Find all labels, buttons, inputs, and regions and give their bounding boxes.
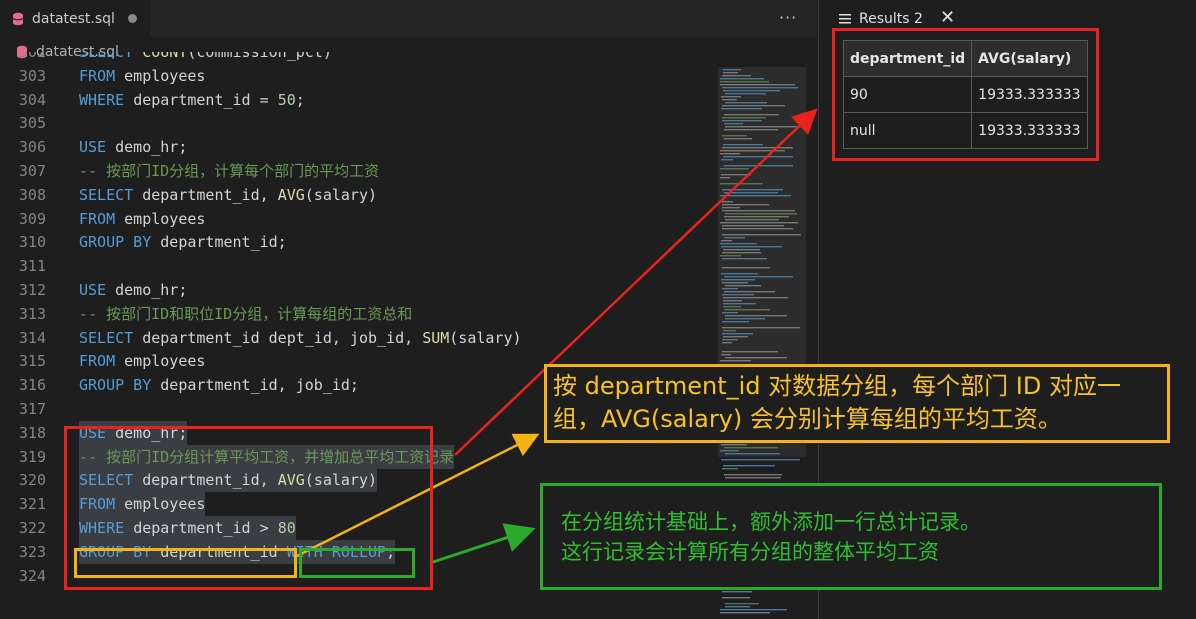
- rollup-highlight-box: [299, 548, 415, 578]
- green-arrow: [429, 523, 536, 565]
- group-by-highlight-box: [74, 548, 297, 578]
- rollup-explanation-line2: 这行记录会计算所有分组的整体平均工资: [561, 540, 939, 564]
- group-by-explanation-text: 按 department_id 对数据分组，每个部门 ID 对应一组，AVG(s…: [553, 372, 1121, 433]
- rollup-explanation-line1: 在分组统计基础上，额外添加一行总计记录。: [561, 510, 981, 534]
- results-highlight-box: [832, 28, 1099, 161]
- rollup-explanation: 在分组统计基础上，额外添加一行总计记录。 这行记录会计算所有分组的整体平均工资: [540, 483, 1162, 590]
- group-by-explanation: 按 department_id 对数据分组，每个部门 ID 对应一组，AVG(s…: [544, 364, 1170, 443]
